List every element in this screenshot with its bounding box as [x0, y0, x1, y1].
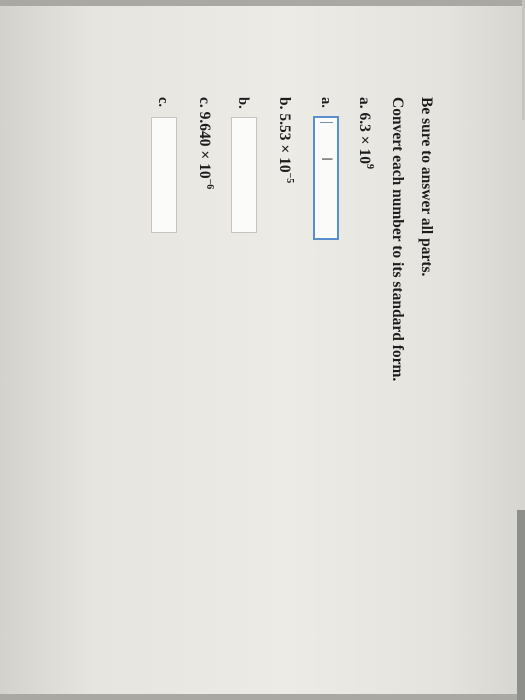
question-a-exponent: 9 [364, 163, 375, 169]
question-c-label: c. [196, 97, 213, 108]
answer-c-label: c. [155, 97, 171, 108]
question-b-label: b. [276, 97, 293, 110]
answer-a-input[interactable] [313, 116, 339, 240]
question-c: c. 9.640 × 10−6 [195, 97, 215, 190]
times-sign: × [276, 144, 293, 154]
answer-b-input[interactable] [231, 117, 257, 233]
question-panel: Be sure to answer all parts. Convert eac… [0, 0, 525, 700]
answer-a-label: a. [318, 97, 334, 108]
answer-b-label: b. [235, 97, 251, 109]
instruction-convert: Convert each number to its standard form… [389, 97, 406, 382]
question-a: a. 6.3 × 109 [355, 97, 375, 169]
question-c-mantissa: 9.640 [196, 111, 213, 147]
question-b-base: 10 [276, 157, 293, 173]
question-c-exponent: −6 [204, 178, 215, 190]
times-sign: × [196, 150, 213, 160]
question-c-base: 10 [196, 163, 213, 179]
question-b: b. 5.53 × 10−5 [275, 97, 295, 184]
instruction-answer-all: Be sure to answer all parts. [418, 97, 435, 277]
ibeam-cursor-icon: I [318, 157, 334, 162]
question-a-base: 10 [356, 148, 373, 164]
times-sign: × [356, 135, 373, 145]
text-cursor [320, 122, 333, 123]
question-a-label: a. [356, 97, 373, 109]
question-a-mantissa: 6.3 [356, 112, 373, 132]
question-b-exponent: −5 [284, 172, 295, 184]
screen: Be sure to answer all parts. Convert eac… [0, 0, 525, 700]
answer-c-input[interactable] [151, 117, 177, 233]
question-b-mantissa: 5.53 [276, 113, 293, 141]
